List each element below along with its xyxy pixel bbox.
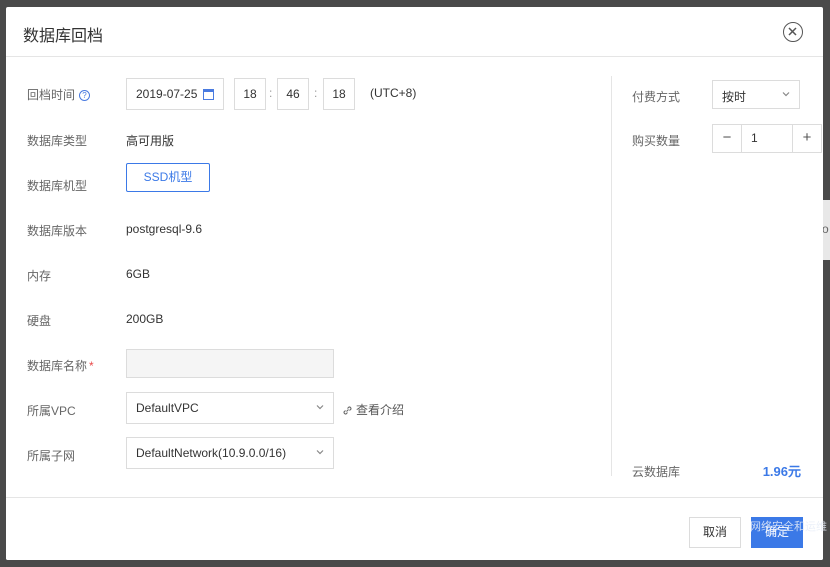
db-version-label: 数据库版本: [27, 224, 88, 238]
db-version-value: postgresql-9.6: [126, 222, 203, 236]
vpc-selected-value: DefaultVPC: [136, 401, 199, 415]
db-name-input[interactable]: [126, 349, 334, 378]
vpc-intro-link[interactable]: 查看介绍: [342, 401, 404, 418]
pay-method-label: 付费方式: [632, 90, 681, 104]
vpc-select[interactable]: DefaultVPC: [126, 392, 334, 424]
quantity-label: 购买数量: [632, 134, 681, 148]
quantity-input[interactable]: 1: [741, 125, 793, 152]
db-type-value: 高可用版: [126, 134, 175, 148]
rollback-date-value: 2019-07-25: [136, 87, 198, 101]
subnet-selected-value: DefaultNetwork(10.9.0.0/16): [136, 446, 287, 460]
pay-method-value: 按时: [722, 90, 747, 104]
config-form: 回档时间? 2019-07-25 18 : 46 : 18 (UTC+8) 数据…: [6, 58, 611, 497]
rollback-date-picker[interactable]: 2019-07-25: [126, 78, 224, 110]
calendar-icon: [203, 89, 214, 100]
chevron-down-icon: [782, 92, 790, 97]
ssd-model-button[interactable]: SSD机型: [126, 163, 210, 192]
rollback-minute-input[interactable]: 46: [277, 78, 309, 110]
billing-panel: 付费方式 按时 购买数量 − 1 + 云数据库 1.96元: [612, 58, 823, 497]
disk-label: 硬盘: [27, 314, 52, 328]
vpc-intro-link-label: 查看介绍: [356, 403, 405, 417]
db-name-label: 数据库名称 *: [27, 359, 94, 373]
time-separator: :: [269, 86, 273, 100]
chevron-down-icon: [316, 450, 324, 455]
cancel-button[interactable]: 取消: [689, 517, 741, 548]
pay-method-select[interactable]: 按时: [712, 80, 800, 109]
timezone-label: (UTC+8): [370, 86, 417, 100]
link-icon: [343, 406, 352, 415]
price-value: 1.96元: [762, 464, 801, 479]
close-icon: [788, 27, 797, 36]
memory-value: 6GB: [126, 267, 151, 281]
disk-value: 200GB: [126, 312, 164, 326]
dialog-footer: 取消 确定: [6, 497, 823, 560]
subnet-select[interactable]: DefaultNetwork(10.9.0.0/16): [126, 437, 334, 469]
price-label: 云数据库: [632, 465, 681, 479]
quantity-decrement-button[interactable]: −: [713, 125, 741, 152]
vpc-label: 所属VPC: [27, 404, 76, 418]
subnet-label: 所属子网: [27, 449, 76, 463]
time-separator: :: [314, 86, 318, 100]
db-type-label: 数据库类型: [27, 134, 88, 148]
help-icon[interactable]: ?: [79, 90, 91, 101]
required-mark: *: [89, 359, 94, 373]
rollback-time-label: 回档时间?: [27, 86, 91, 103]
rollback-dialog: 数据库回档 回档时间? 2019-07-25 18 : 46 : 18 (UTC…: [6, 7, 823, 560]
rollback-hour-input[interactable]: 18: [234, 78, 266, 110]
close-button[interactable]: [783, 22, 803, 42]
chevron-down-icon: [316, 405, 324, 410]
db-model-label: 数据库机型: [27, 179, 88, 193]
rollback-second-input[interactable]: 18: [323, 78, 355, 110]
quantity-stepper: − 1 +: [712, 124, 822, 153]
dialog-title: 数据库回档: [23, 28, 104, 45]
watermark: 网络安全和运维: [750, 521, 827, 533]
background-edge-text: o: [822, 222, 829, 236]
quantity-increment-button[interactable]: +: [793, 125, 821, 152]
dialog-header: 数据库回档: [6, 7, 823, 57]
dialog-body: 回档时间? 2019-07-25 18 : 46 : 18 (UTC+8) 数据…: [6, 58, 823, 497]
memory-label: 内存: [27, 269, 52, 283]
